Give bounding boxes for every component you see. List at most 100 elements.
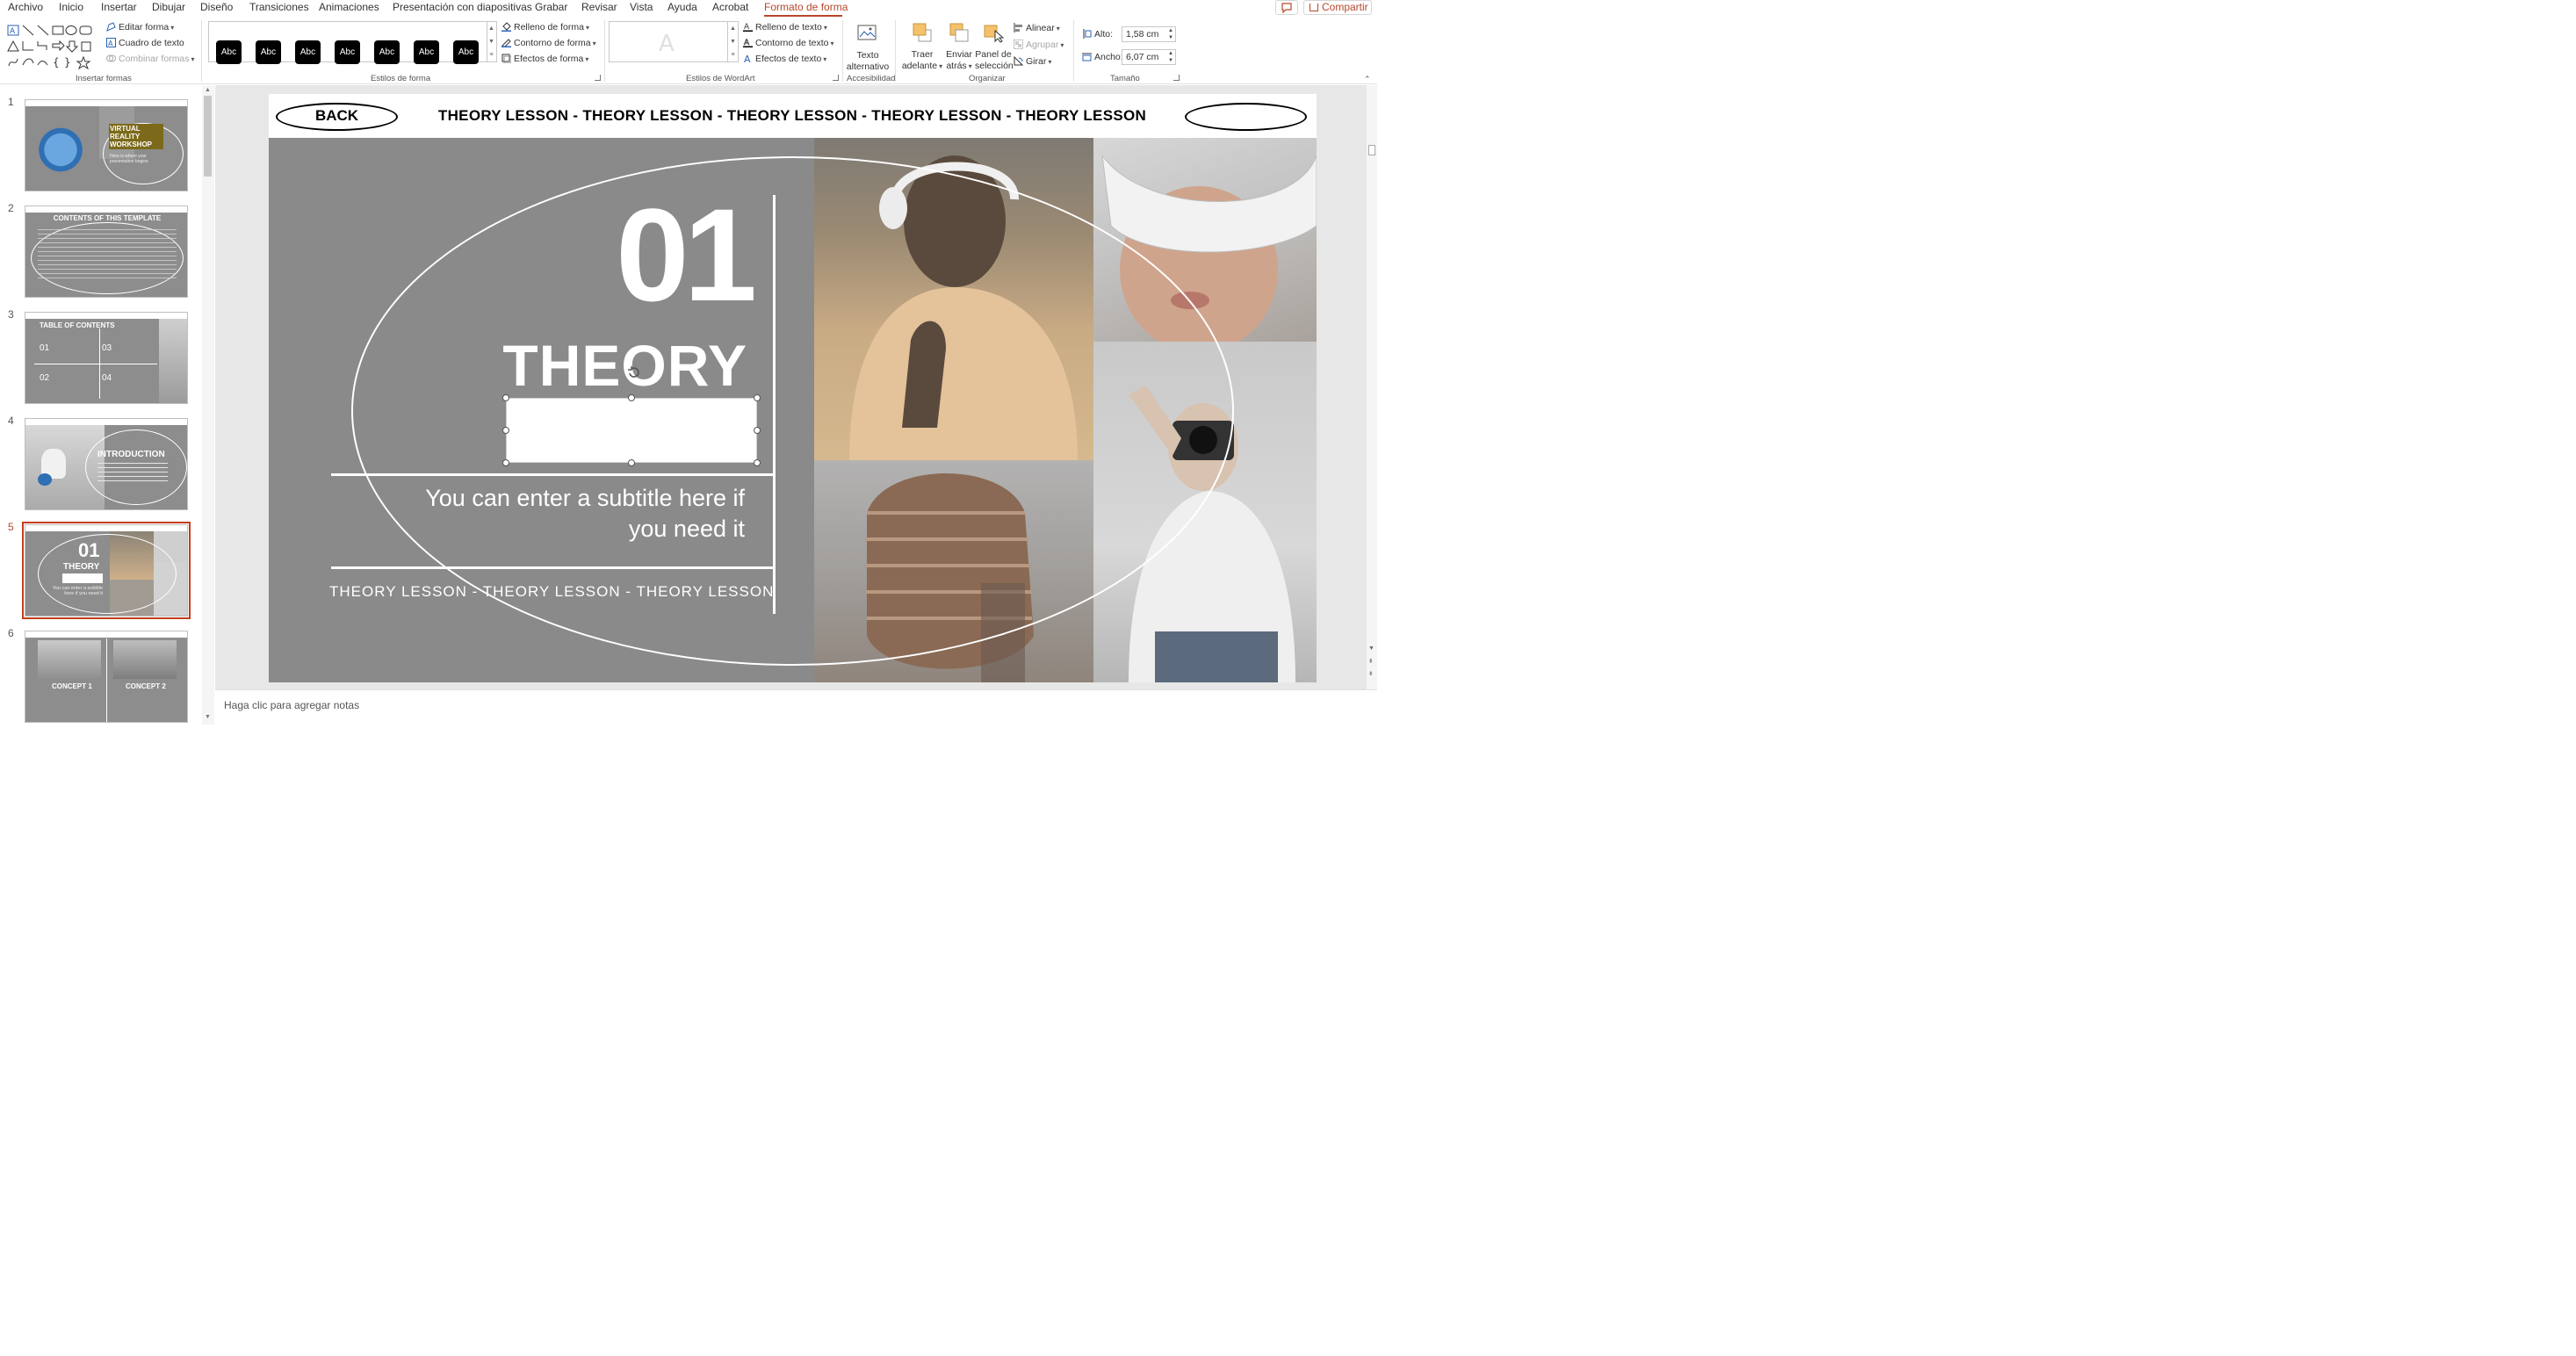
shape-style-5[interactable]: Abc xyxy=(374,40,400,64)
chevron-down-icon[interactable]: ▼ xyxy=(487,35,496,48)
resize-handle-top[interactable] xyxy=(628,394,635,401)
shape-effects-button[interactable]: Efectos de forma ▾ xyxy=(501,53,588,66)
resize-handle-left[interactable] xyxy=(502,427,509,434)
section-subtitle[interactable]: You can enter a subtitle here if you nee… xyxy=(409,483,745,545)
resize-handle-br[interactable] xyxy=(754,459,761,466)
previous-slide-icon[interactable]: ⇞ xyxy=(1368,658,1374,665)
top-marquee-text[interactable]: THEORY LESSON - THEORY LESSON - THEORY L… xyxy=(409,107,1175,125)
empty-oval-button[interactable] xyxy=(1185,103,1307,131)
slide-thumbnail-5[interactable]: 01 THEORY You can enter a subtitle here … xyxy=(22,522,191,619)
bottom-marquee-text[interactable]: THEORY LESSON - THEORY LESSON - THEORY L… xyxy=(329,583,773,601)
editor-scrollbar[interactable]: ▼ ⇞ ⇟ xyxy=(1367,85,1377,689)
tab-acrobat[interactable]: Acrobat xyxy=(712,1,748,13)
horizontal-divider-top xyxy=(331,473,775,476)
width-spinner[interactable]: ▲ ▼ xyxy=(1168,50,1173,64)
slide-thumbnail-6[interactable]: CONCEPT 1 CONCEPT 2 xyxy=(25,631,188,723)
tab-dibujar[interactable]: Dibujar xyxy=(152,1,185,13)
wordart-dialog-launcher[interactable] xyxy=(833,75,839,81)
tab-insertar[interactable]: Insertar xyxy=(101,1,137,13)
resize-handle-bl[interactable] xyxy=(502,459,509,466)
notes-pane[interactable]: Haga clic para agregar notas xyxy=(215,689,1377,725)
shapes-gallery[interactable]: A {} xyxy=(7,24,95,70)
resize-handle-bottom[interactable] xyxy=(628,459,635,466)
effects-icon xyxy=(501,54,511,63)
scrollbar-thumb[interactable] xyxy=(1368,145,1375,155)
selected-shape[interactable] xyxy=(506,398,757,463)
chevron-up-icon[interactable]: ▲ xyxy=(728,22,738,35)
height-input[interactable]: 1,58 cm ▲ ▼ xyxy=(1122,26,1176,42)
tab-transiciones[interactable]: Transiciones xyxy=(249,1,309,13)
tab-ayuda[interactable]: Ayuda xyxy=(667,1,697,13)
shape-style-7[interactable]: Abc xyxy=(453,40,479,64)
tab-diseno[interactable]: Diseño xyxy=(200,1,233,13)
scroll-down-icon[interactable]: ▼ xyxy=(205,714,211,720)
tab-grabar[interactable]: Grabar xyxy=(535,1,567,13)
send-backward-button[interactable]: Enviar atrás ▾ xyxy=(943,22,975,72)
text-outline-button[interactable]: A Contorno de texto ▾ xyxy=(743,37,834,50)
size-dialog-launcher[interactable] xyxy=(1173,75,1180,81)
section-title[interactable]: THEORY xyxy=(480,333,747,398)
thumbnail-scrollbar[interactable]: ▲ ▼ xyxy=(202,85,214,725)
text-fill-button[interactable]: A Relleno de texto ▾ xyxy=(743,21,827,34)
edit-shape-button[interactable]: Editar forma ▾ xyxy=(106,21,174,34)
slide-thumbnail-1[interactable]: VIRTUAL REALITY WORKSHOP Here is where y… xyxy=(25,99,188,191)
tab-animaciones[interactable]: Animaciones xyxy=(319,1,379,13)
tab-formato-de-forma[interactable]: Formato de forma xyxy=(764,1,848,13)
slide-canvas[interactable]: BACK THEORY LESSON - THEORY LESSON - THE… xyxy=(269,94,1317,682)
height-spinner[interactable]: ▲ ▼ xyxy=(1168,27,1173,41)
shape-style-1[interactable]: Abc xyxy=(216,40,242,64)
shape-fill-button[interactable]: Relleno de forma ▾ xyxy=(501,21,589,34)
rotate-button[interactable]: Girar ▾ xyxy=(1014,55,1051,69)
merge-shapes-button[interactable]: Combinar formas ▾ xyxy=(106,53,195,66)
section-number[interactable]: 01 xyxy=(585,189,757,321)
text-box-button[interactable]: A Cuadro de texto xyxy=(106,37,184,49)
height-icon xyxy=(1083,29,1092,39)
tab-presentacion[interactable]: Presentación con diapositivas xyxy=(393,1,532,13)
group-button[interactable]: Agrupar ▾ xyxy=(1014,39,1064,52)
scrollbar-thumb[interactable] xyxy=(204,96,212,177)
bring-forward-button[interactable]: Traer adelante ▾ xyxy=(899,22,945,72)
collapse-ribbon-icon[interactable]: ⌃ xyxy=(1364,75,1371,84)
more-icon[interactable]: ≡ xyxy=(487,48,496,61)
shape-outline-button[interactable]: Contorno de forma ▾ xyxy=(501,37,596,50)
chevron-up-icon[interactable]: ▲ xyxy=(487,22,496,35)
wordart-scroll[interactable]: ▲ ▼ ≡ xyxy=(728,21,739,62)
shape-style-3[interactable]: Abc xyxy=(295,40,321,64)
scroll-down-icon[interactable]: ▼ xyxy=(1368,646,1375,652)
slide-thumbnail-2[interactable]: CONTENTS OF THIS TEMPLATE xyxy=(25,206,188,298)
resize-handle-tr[interactable] xyxy=(754,394,761,401)
tab-revisar[interactable]: Revisar xyxy=(581,1,617,13)
more-icon[interactable]: ≡ xyxy=(728,48,738,61)
slide-thumbnail-4[interactable]: INTRODUCTION xyxy=(25,418,188,510)
scroll-up-icon[interactable]: ▲ xyxy=(205,87,211,93)
selection-pane-button[interactable]: Panel de selección xyxy=(975,22,1014,72)
resize-handle-right[interactable] xyxy=(754,427,761,434)
resize-handle-tl[interactable] xyxy=(502,394,509,401)
tab-vista[interactable]: Vista xyxy=(630,1,653,13)
chevron-down-icon[interactable]: ▼ xyxy=(728,35,738,48)
alt-text-button[interactable]: Texto alternativo xyxy=(845,23,891,73)
thumb-number-text: 01 xyxy=(78,539,100,561)
text-effects-button[interactable]: A Efectos de texto ▾ xyxy=(743,53,826,66)
tab-archivo[interactable]: Archivo xyxy=(8,1,43,13)
comments-button[interactable] xyxy=(1275,0,1298,15)
send-backward-icon xyxy=(949,23,969,42)
share-button[interactable]: Compartir xyxy=(1303,0,1372,15)
width-input[interactable]: 6,07 cm ▲ ▼ xyxy=(1122,49,1176,65)
group-label-accesibilidad: Accesibilidad xyxy=(847,74,896,83)
shape-style-4[interactable]: Abc xyxy=(335,40,360,64)
rotate-handle-icon[interactable] xyxy=(627,366,640,379)
shape-style-2[interactable]: Abc xyxy=(256,40,281,64)
group-separator xyxy=(604,20,605,82)
slide-thumbnail-3[interactable]: TABLE OF CONTENTS 01 02 03 04 xyxy=(25,312,188,404)
back-button-label[interactable]: BACK xyxy=(276,103,398,131)
next-slide-icon[interactable]: ⇟ xyxy=(1368,670,1374,677)
thumb-title: THEORY xyxy=(63,562,100,572)
shape-style-6[interactable]: Abc xyxy=(414,40,439,64)
shape-styles-dialog-launcher[interactable] xyxy=(595,75,601,81)
tab-inicio[interactable]: Inicio xyxy=(59,1,83,13)
wordart-sample: A xyxy=(659,31,675,57)
align-button[interactable]: Alinear ▾ xyxy=(1014,22,1060,35)
shape-styles-scroll[interactable]: ▲ ▼ ≡ xyxy=(487,21,497,62)
wordart-gallery[interactable]: A xyxy=(609,21,728,62)
